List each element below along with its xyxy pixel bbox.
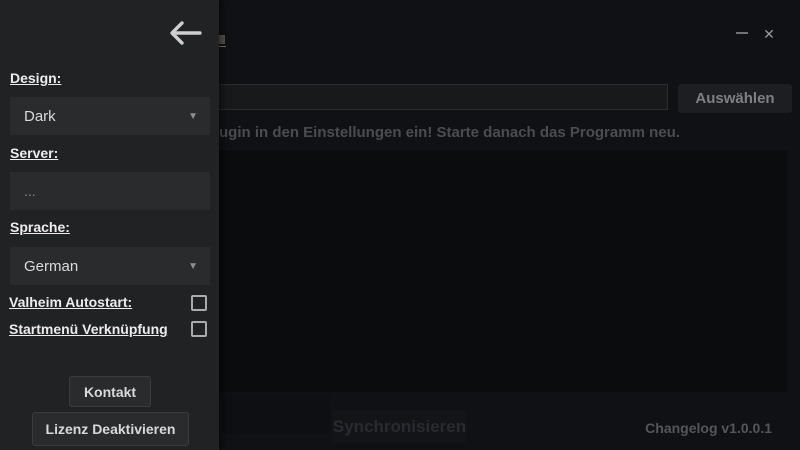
mod-list-panel [160,150,787,392]
server-label: Server: [10,145,59,161]
design-label: Design: [10,70,62,86]
valheim-autostart-label: Valheim Autostart: [9,294,133,310]
synchronize-button[interactable]: Synchronisieren [332,410,467,443]
chevron-down-icon: ▼ [188,260,198,272]
chevron-down-icon: ▼ [188,110,198,122]
window-title-underline [219,46,226,47]
settings-sidebar: Design: Dark ▼ Server: ... Sprache: Germ… [0,0,219,450]
language-label: Sprache: [10,219,70,235]
language-select-value: German [24,257,79,275]
file-path-input[interactable] [160,84,668,110]
deactivate-license-button[interactable]: Lizenz Deaktivieren [32,412,189,446]
server-input[interactable]: ... [10,172,210,210]
language-select[interactable]: German ▼ [10,247,210,285]
minimize-button[interactable] [736,32,748,34]
window-title-fragment [219,35,225,44]
back-button[interactable] [166,18,204,50]
choose-file-button[interactable]: Auswählen [678,84,792,113]
partially-hidden-button[interactable] [222,395,330,434]
contact-button[interactable]: Kontakt [69,376,151,407]
valheim-autostart-checkbox[interactable] [191,295,207,311]
arrow-left-icon [167,20,203,50]
server-input-value: ... [24,183,36,199]
design-select[interactable]: Dark ▼ [10,97,210,135]
startmenu-shortcut-checkbox[interactable] [191,321,207,337]
changelog-version-label[interactable]: Changelog v1.0.0.1 [645,420,772,436]
settings-notice-text: ugin in den Einstellungen ein! Starte da… [219,124,680,141]
close-button[interactable]: ✕ [760,25,778,43]
startmenu-shortcut-label: Startmenü Verknüpfung [9,321,168,337]
design-select-value: Dark [24,107,56,125]
